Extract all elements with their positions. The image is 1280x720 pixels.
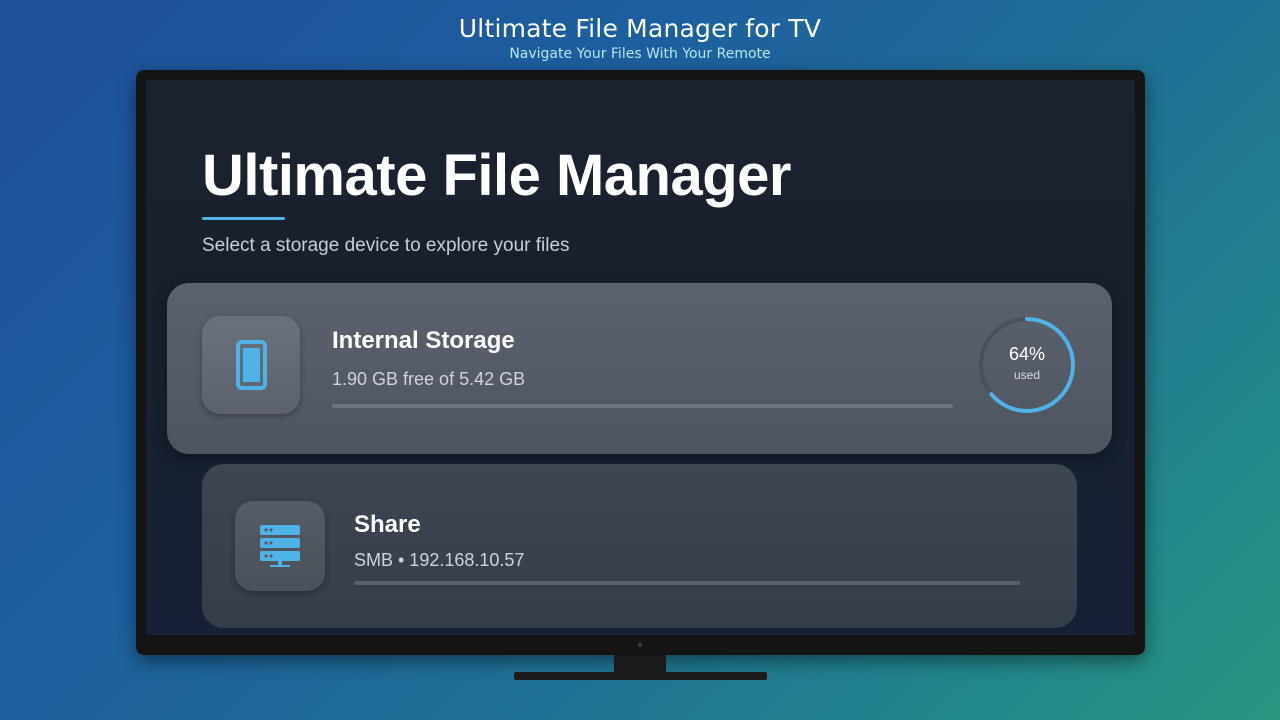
tv-frame: Ultimate File Manager Select a storage d…: [136, 70, 1145, 655]
storage-name: Share: [354, 511, 421, 538]
usage-label: used: [1013, 368, 1041, 382]
promo-subtitle: Navigate Your Files With Your Remote: [509, 46, 771, 62]
tv-camera: [638, 643, 642, 647]
smartphone-icon: [236, 340, 267, 390]
page-subtitle: Select a storage device to explore your …: [202, 235, 570, 256]
page-title: Ultimate File Manager: [202, 143, 791, 208]
storage-card-internal[interactable]: Internal Storage 1.90 GB free of 5.42 GB…: [167, 283, 1112, 454]
tv-stand-base: [514, 672, 767, 680]
storage-progress-bar: [354, 581, 1020, 585]
storage-progress-bar: [332, 404, 953, 408]
tv-stand-neck: [614, 655, 666, 673]
storage-card-share[interactable]: Share SMB • 192.168.10.57: [202, 464, 1077, 628]
promo-title: Ultimate File Manager for TV: [458, 14, 822, 43]
storage-detail: SMB • 192.168.10.57: [354, 550, 525, 570]
tv-screen: Ultimate File Manager Select a storage d…: [146, 80, 1135, 635]
usage-ring: 64% used: [977, 315, 1077, 415]
storage-name: Internal Storage: [332, 327, 515, 354]
usage-percent: 64%: [1008, 344, 1046, 364]
storage-icon-tile: [235, 501, 325, 591]
storage-detail: 1.90 GB free of 5.42 GB: [332, 369, 526, 389]
title-underline: [202, 217, 285, 220]
server-icon: [260, 525, 300, 567]
storage-icon-tile: [202, 316, 300, 414]
